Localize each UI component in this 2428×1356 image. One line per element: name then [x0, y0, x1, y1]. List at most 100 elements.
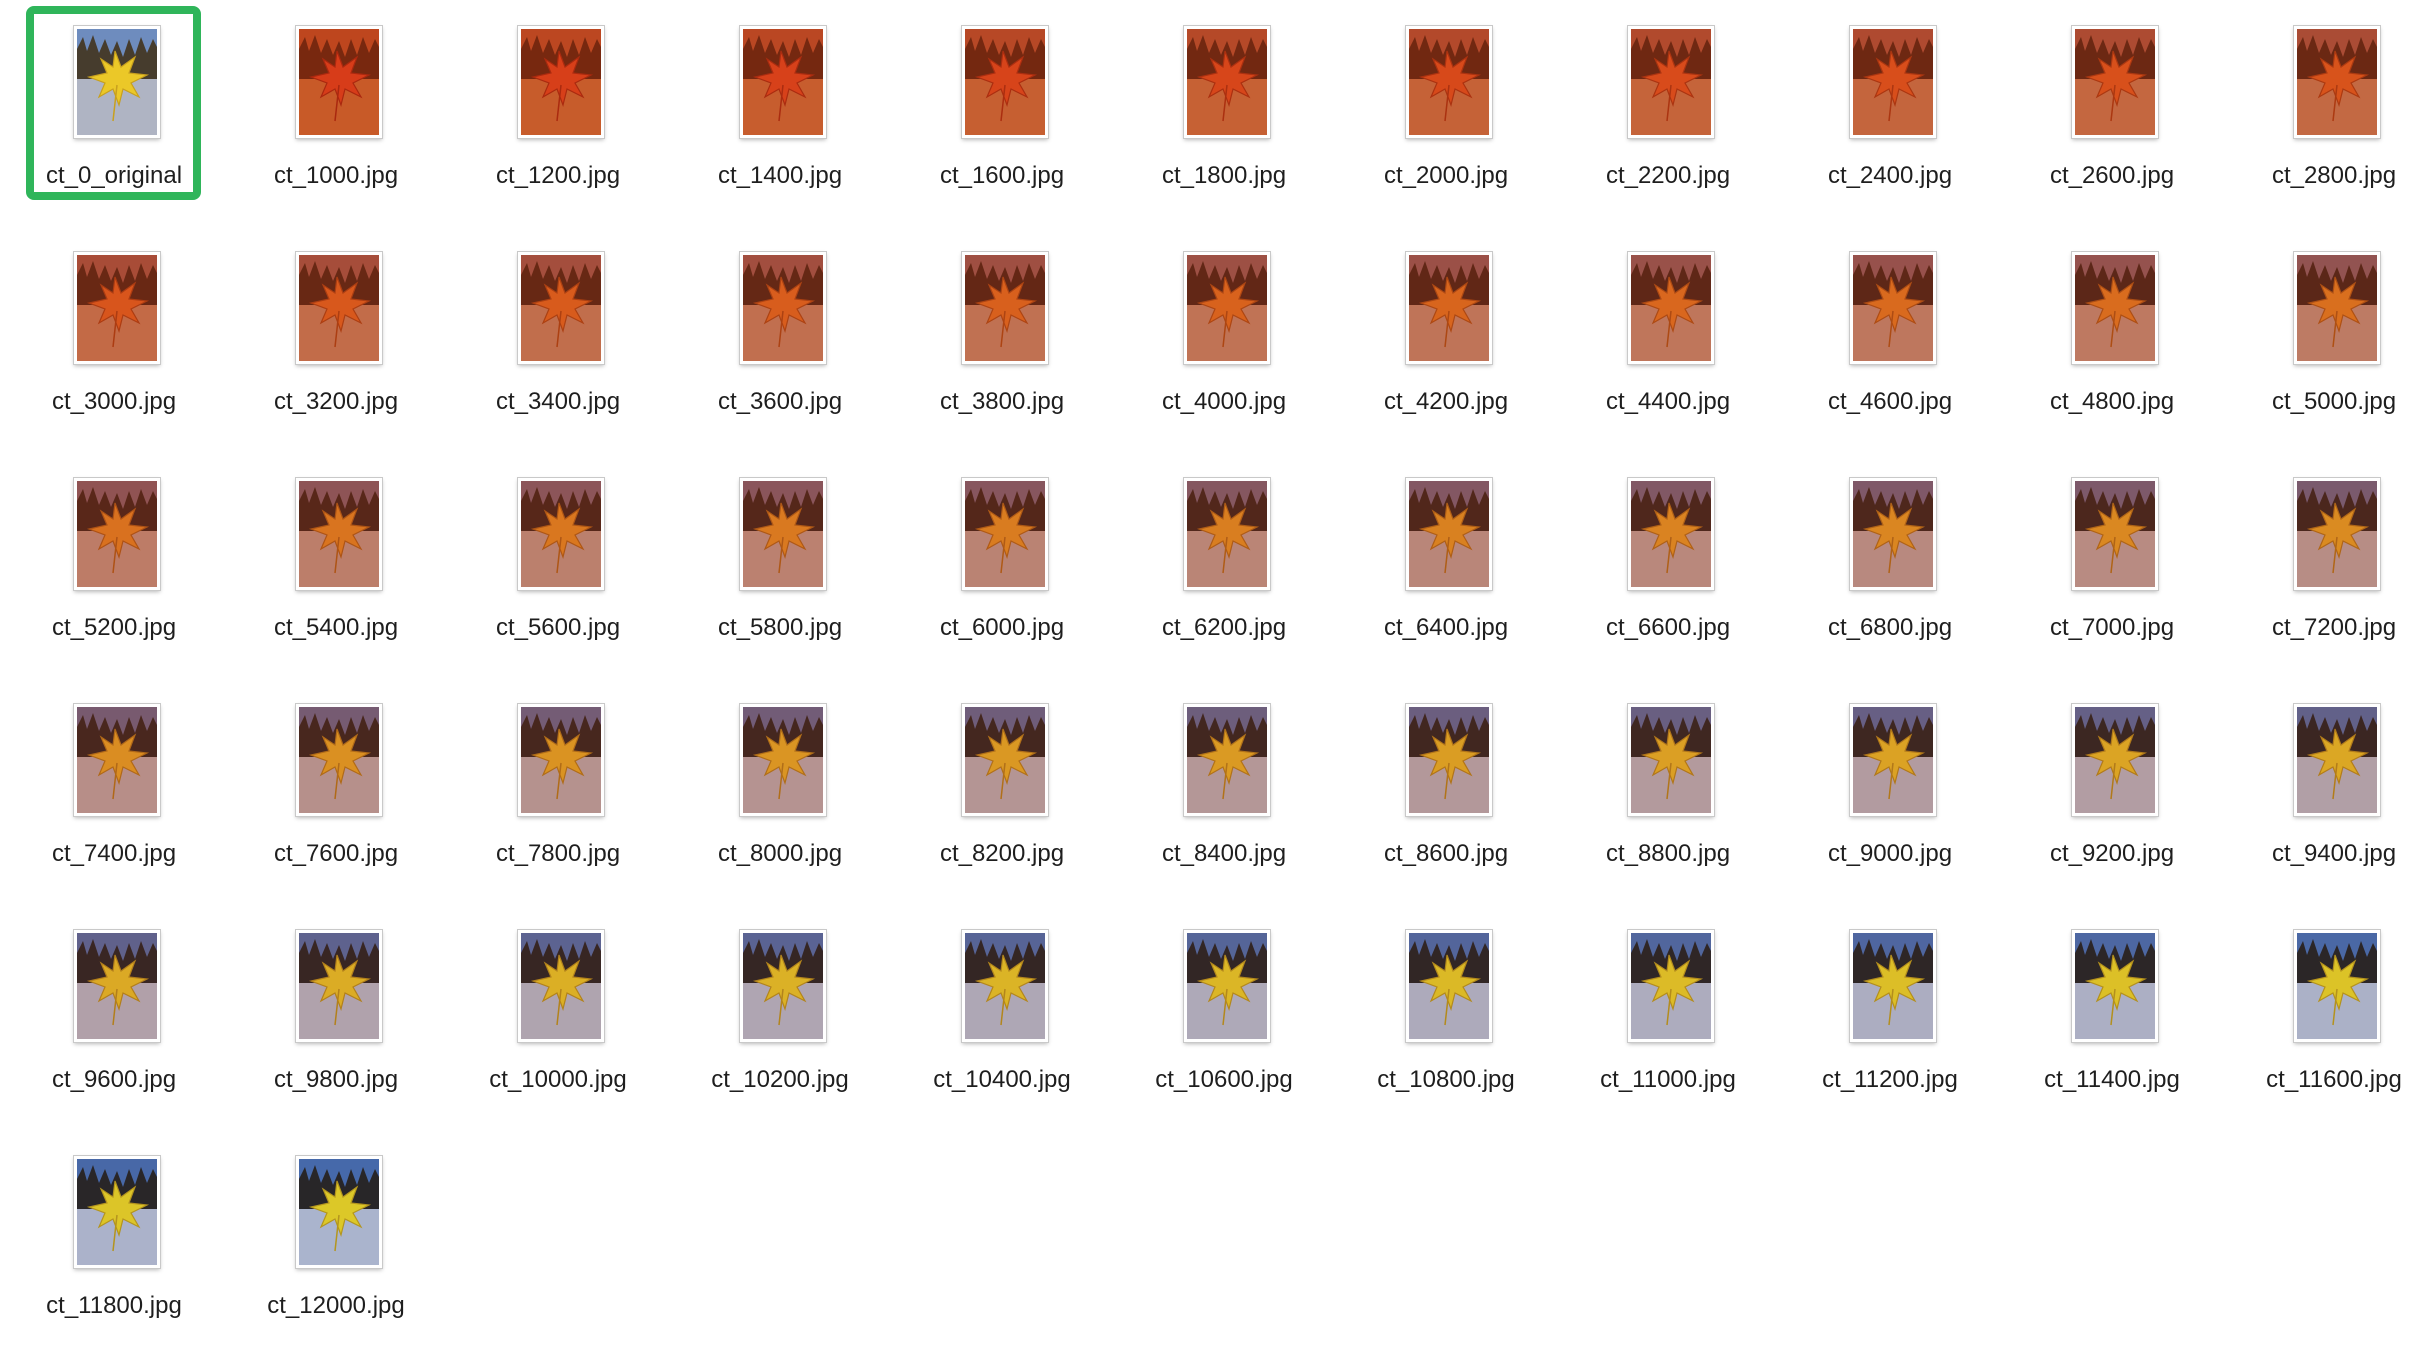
- image-file-icon[interactable]: [518, 930, 604, 1042]
- file-item[interactable]: ct_11400.jpg: [2001, 904, 2223, 1130]
- file-item[interactable]: ct_3600.jpg: [669, 226, 891, 452]
- image-file-icon[interactable]: [518, 704, 604, 816]
- image-file-icon[interactable]: [740, 252, 826, 364]
- image-file-icon[interactable]: [296, 252, 382, 364]
- image-file-icon[interactable]: [74, 704, 160, 816]
- image-file-icon[interactable]: [1628, 478, 1714, 590]
- image-file-icon[interactable]: [1628, 252, 1714, 364]
- image-file-icon[interactable]: [296, 478, 382, 590]
- image-file-icon[interactable]: [74, 252, 160, 364]
- image-file-icon[interactable]: [518, 252, 604, 364]
- file-item[interactable]: ct_4400.jpg: [1557, 226, 1779, 452]
- image-file-icon[interactable]: [962, 704, 1048, 816]
- file-item[interactable]: ct_1800.jpg: [1113, 0, 1335, 226]
- image-file-icon[interactable]: [962, 930, 1048, 1042]
- image-file-icon[interactable]: [2294, 930, 2380, 1042]
- image-file-icon[interactable]: [296, 930, 382, 1042]
- file-item[interactable]: ct_4200.jpg: [1335, 226, 1557, 452]
- file-item[interactable]: ct_8400.jpg: [1113, 678, 1335, 904]
- image-file-icon[interactable]: [2072, 252, 2158, 364]
- image-file-icon[interactable]: [1628, 26, 1714, 138]
- image-file-icon[interactable]: [2294, 478, 2380, 590]
- file-item[interactable]: ct_10800.jpg: [1335, 904, 1557, 1130]
- image-file-icon[interactable]: [962, 26, 1048, 138]
- file-item[interactable]: ct_3200.jpg: [225, 226, 447, 452]
- image-file-icon[interactable]: [1184, 478, 1270, 590]
- image-file-icon[interactable]: [1406, 930, 1492, 1042]
- image-file-icon[interactable]: [74, 26, 160, 138]
- file-item[interactable]: ct_4600.jpg: [1779, 226, 2001, 452]
- file-item[interactable]: ct_6200.jpg: [1113, 452, 1335, 678]
- file-item[interactable]: ct_5200.jpg: [3, 452, 225, 678]
- file-item[interactable]: ct_5400.jpg: [225, 452, 447, 678]
- file-item[interactable]: ct_4000.jpg: [1113, 226, 1335, 452]
- file-item[interactable]: ct_3800.jpg: [891, 226, 1113, 452]
- image-file-icon[interactable]: [518, 478, 604, 590]
- file-item[interactable]: ct_2400.jpg: [1779, 0, 2001, 226]
- image-file-icon[interactable]: [1406, 704, 1492, 816]
- image-file-icon[interactable]: [2072, 478, 2158, 590]
- image-file-icon[interactable]: [2072, 26, 2158, 138]
- file-item[interactable]: ct_10200.jpg: [669, 904, 891, 1130]
- image-file-icon[interactable]: [1184, 704, 1270, 816]
- file-item[interactable]: ct_10400.jpg: [891, 904, 1113, 1130]
- file-item[interactable]: ct_1000.jpg: [225, 0, 447, 226]
- image-file-icon[interactable]: [1628, 704, 1714, 816]
- file-item[interactable]: ct_8000.jpg: [669, 678, 891, 904]
- image-file-icon[interactable]: [2294, 252, 2380, 364]
- file-item[interactable]: ct_2600.jpg: [2001, 0, 2223, 226]
- file-item[interactable]: ct_2800.jpg: [2223, 0, 2428, 226]
- file-item[interactable]: ct_11600.jpg: [2223, 904, 2428, 1130]
- image-file-icon[interactable]: [1184, 26, 1270, 138]
- image-file-icon[interactable]: [74, 1156, 160, 1268]
- file-item[interactable]: ct_2000.jpg: [1335, 0, 1557, 226]
- image-file-icon[interactable]: [1406, 26, 1492, 138]
- file-item[interactable]: ct_11000.jpg: [1557, 904, 1779, 1130]
- image-file-icon[interactable]: [1184, 930, 1270, 1042]
- image-file-icon[interactable]: [2072, 930, 2158, 1042]
- file-item[interactable]: ct_1600.jpg: [891, 0, 1113, 226]
- image-file-icon[interactable]: [1406, 478, 1492, 590]
- image-file-icon[interactable]: [962, 478, 1048, 590]
- file-item[interactable]: ct_7400.jpg: [3, 678, 225, 904]
- image-file-icon[interactable]: [74, 478, 160, 590]
- file-item[interactable]: ct_6800.jpg: [1779, 452, 2001, 678]
- image-file-icon[interactable]: [740, 704, 826, 816]
- file-item[interactable]: ct_10000.jpg: [447, 904, 669, 1130]
- image-file-icon[interactable]: [296, 26, 382, 138]
- file-item[interactable]: ct_11800.jpg: [3, 1130, 225, 1356]
- image-file-icon[interactable]: [1406, 252, 1492, 364]
- file-item[interactable]: ct_7200.jpg: [2223, 452, 2428, 678]
- image-file-icon[interactable]: [296, 704, 382, 816]
- file-item[interactable]: ct_9600.jpg: [3, 904, 225, 1130]
- file-item[interactable]: ct_11200.jpg: [1779, 904, 2001, 1130]
- file-item[interactable]: ct_5600.jpg: [447, 452, 669, 678]
- file-item[interactable]: ct_1400.jpg: [669, 0, 891, 226]
- image-file-icon[interactable]: [2072, 704, 2158, 816]
- file-item[interactable]: ct_7800.jpg: [447, 678, 669, 904]
- image-file-icon[interactable]: [740, 26, 826, 138]
- image-file-icon[interactable]: [2294, 704, 2380, 816]
- image-file-icon[interactable]: [74, 930, 160, 1042]
- file-item[interactable]: ct_6600.jpg: [1557, 452, 1779, 678]
- file-item[interactable]: ct_1200.jpg: [447, 0, 669, 226]
- image-file-icon[interactable]: [740, 478, 826, 590]
- image-file-icon[interactable]: [1628, 930, 1714, 1042]
- file-item[interactable]: ct_6400.jpg: [1335, 452, 1557, 678]
- image-file-icon[interactable]: [296, 1156, 382, 1268]
- file-item[interactable]: ct_3000.jpg: [3, 226, 225, 452]
- image-file-icon[interactable]: [1850, 252, 1936, 364]
- file-item[interactable]: ct_10600.jpg: [1113, 904, 1335, 1130]
- file-item[interactable]: ct_9800.jpg: [225, 904, 447, 1130]
- image-file-icon[interactable]: [1850, 478, 1936, 590]
- file-item[interactable]: ct_9200.jpg: [2001, 678, 2223, 904]
- file-item[interactable]: ct_8600.jpg: [1335, 678, 1557, 904]
- file-item[interactable]: ct_8800.jpg: [1557, 678, 1779, 904]
- image-file-icon[interactable]: [1850, 26, 1936, 138]
- file-item[interactable]: ct_9400.jpg: [2223, 678, 2428, 904]
- image-file-icon[interactable]: [962, 252, 1048, 364]
- file-item[interactable]: ct_12000.jpg: [225, 1130, 447, 1356]
- file-item[interactable]: ct_2200.jpg: [1557, 0, 1779, 226]
- image-file-icon[interactable]: [1850, 704, 1936, 816]
- file-item[interactable]: ct_4800.jpg: [2001, 226, 2223, 452]
